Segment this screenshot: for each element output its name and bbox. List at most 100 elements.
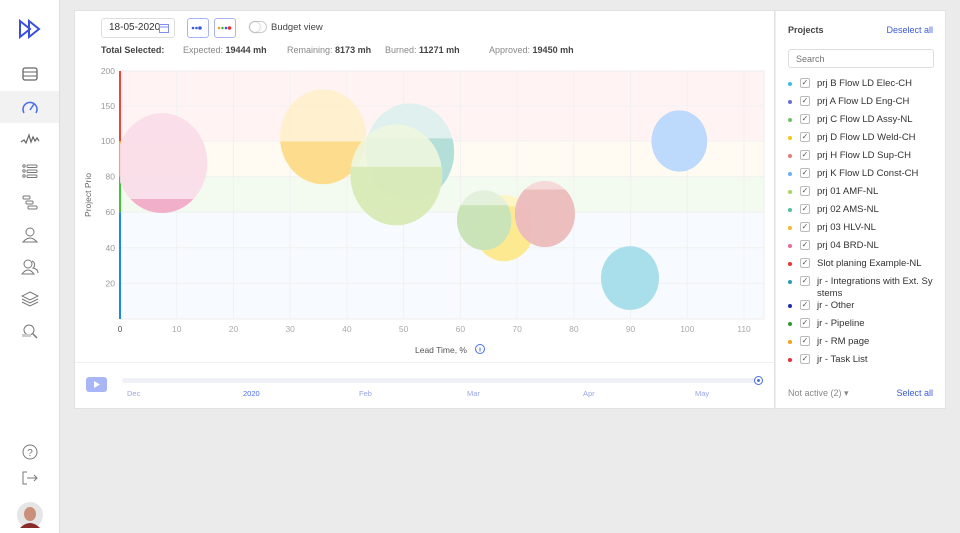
x-axis-label: Lead Time, % <box>415 345 467 355</box>
project-checkbox[interactable]: ✓ <box>800 204 810 214</box>
y-tick-label: 150 <box>101 101 115 111</box>
project-item[interactable]: ✓ prj 01 AMF-NL <box>786 186 944 204</box>
project-item[interactable]: ✓ jr - Pipeline <box>786 318 944 336</box>
x-tick-label: 40 <box>342 324 352 334</box>
x-tick-label: 110 <box>737 324 751 334</box>
project-item[interactable]: ✓ jr - Other <box>786 300 944 318</box>
project-label: prj B Flow LD Elec-CH <box>817 78 913 89</box>
project-color-dot <box>788 82 792 86</box>
project-label: jr - Pipeline <box>817 318 865 329</box>
project-checkbox[interactable]: ✓ <box>800 168 810 178</box>
bubble-fill[interactable] <box>514 181 575 248</box>
project-checkbox[interactable]: ✓ <box>800 150 810 160</box>
project-checkbox[interactable]: ✓ <box>800 114 810 124</box>
timeline-label: 2020 <box>243 389 260 398</box>
project-checkbox[interactable]: ✓ <box>800 336 810 346</box>
project-item[interactable]: ✓ prj 03 HLV-NL <box>786 222 944 240</box>
y-tick-label: 100 <box>101 136 115 146</box>
project-checkbox[interactable]: ✓ <box>800 132 810 142</box>
project-label: prj A Flow LD Eng-CH <box>817 96 910 107</box>
project-label: prj H Flow LD Sup-CH <box>817 150 911 161</box>
project-checkbox[interactable]: ✓ <box>800 276 810 286</box>
project-color-dot <box>788 322 792 326</box>
project-item[interactable]: ✓ prj D Flow LD Weld-CH <box>786 132 944 150</box>
project-color-dot <box>788 118 792 122</box>
project-checkbox[interactable]: ✓ <box>800 258 810 268</box>
x-tick-label: 50 <box>399 324 409 334</box>
project-item[interactable]: ✓ prj K Flow LD Const-CH <box>786 168 944 186</box>
project-color-dot <box>788 136 792 140</box>
timeline-handle[interactable] <box>754 376 763 385</box>
project-item[interactable]: ✓ prj C Flow LD Assy-NL <box>786 114 944 132</box>
project-checkbox[interactable]: ✓ <box>800 96 810 106</box>
project-item[interactable]: ✓ prj 04 BRD-NL <box>786 240 944 258</box>
project-search-input[interactable] <box>788 49 934 68</box>
project-label: prj K Flow LD Const-CH <box>817 168 919 179</box>
project-color-dot <box>788 100 792 104</box>
project-label: prj 02 AMS-NL <box>817 204 879 215</box>
play-button[interactable] <box>86 377 107 392</box>
project-label: jr - Integrations with Ext. Sy stems <box>817 276 933 299</box>
project-checkbox[interactable]: ✓ <box>800 300 810 310</box>
timeline-label: Apr <box>583 389 595 398</box>
timeline-label: Feb <box>359 389 372 398</box>
x-tick-label: 100 <box>680 324 694 334</box>
x-tick-label: 0 <box>118 324 123 334</box>
project-color-dot <box>788 280 792 284</box>
project-label: Slot planing Example-NL <box>817 258 922 269</box>
y-tick-label: 60 <box>106 207 116 217</box>
project-label: jr - Other <box>817 300 855 311</box>
project-color-dot <box>788 340 792 344</box>
project-color-dot <box>788 304 792 308</box>
bubble-fill[interactable] <box>601 246 659 310</box>
chart-panel: 18-05-2020 Budget view Total Selected: E… <box>74 10 775 409</box>
x-tick-label: 20 <box>229 324 239 334</box>
project-color-dot <box>788 358 792 362</box>
svg-text:?: ? <box>27 448 33 459</box>
not-active-dropdown[interactable]: Not active (2) ▾ <box>788 388 849 399</box>
avatar[interactable] <box>0 499 59 531</box>
project-list: ✓ prj B Flow LD Elec-CH ✓ prj A Flow LD Eng… <box>786 78 944 372</box>
project-color-dot <box>788 262 792 266</box>
timeline-label: Mar <box>467 389 480 398</box>
project-color-dot <box>788 226 792 230</box>
project-color-dot <box>788 190 792 194</box>
timeline-slider[interactable] <box>122 378 759 383</box>
y-tick-label: 80 <box>106 172 116 182</box>
x-tick-label: 70 <box>512 324 522 334</box>
bubble[interactable] <box>117 113 208 213</box>
y-axis-label: Project Prio <box>83 173 93 217</box>
projects-title: Projects <box>788 25 824 35</box>
project-item[interactable]: ✓ jr - RM page <box>786 336 944 354</box>
project-item[interactable]: ✓ jr - Integrations with Ext. Sy stems <box>786 276 944 300</box>
project-item[interactable]: ✓ prj H Flow LD Sup-CH <box>786 150 944 168</box>
project-item[interactable]: ✓ jr - Task List <box>786 354 944 372</box>
project-color-dot <box>788 172 792 176</box>
deselect-all-link[interactable]: Deselect all <box>886 25 933 35</box>
project-color-dot <box>788 208 792 212</box>
project-checkbox[interactable]: ✓ <box>800 78 810 88</box>
project-label: prj 03 HLV-NL <box>817 222 876 233</box>
project-item[interactable]: ✓ Slot planing Example-NL <box>786 258 944 276</box>
project-color-dot <box>788 154 792 158</box>
x-tick-label: 30 <box>285 324 295 334</box>
select-all-link[interactable]: Select all <box>896 388 933 398</box>
project-checkbox[interactable]: ✓ <box>800 240 810 250</box>
bubble-fill[interactable] <box>651 110 708 172</box>
project-label: jr - RM page <box>817 336 870 347</box>
x-tick-label: 10 <box>172 324 182 334</box>
x-tick-label: 90 <box>626 324 636 334</box>
project-checkbox[interactable]: ✓ <box>800 354 810 364</box>
project-color-dot <box>788 244 792 248</box>
project-item[interactable]: ✓ prj B Flow LD Elec-CH <box>786 78 944 96</box>
play-icon <box>94 381 100 388</box>
project-checkbox[interactable]: ✓ <box>800 318 810 328</box>
bubble-chart: 0 10 20 30 40 50 60 70 80 90 100 110 20 40 60 80 100 150 2… <box>83 66 765 355</box>
project-item[interactable]: ✓ prj 02 AMS-NL <box>786 204 944 222</box>
project-checkbox[interactable]: ✓ <box>800 222 810 232</box>
project-label: prj 04 BRD-NL <box>817 240 879 251</box>
project-checkbox[interactable]: ✓ <box>800 186 810 196</box>
logout-icon[interactable] <box>0 462 59 494</box>
y-tick-label: 200 <box>101 66 115 76</box>
project-item[interactable]: ✓ prj A Flow LD Eng-CH <box>786 96 944 114</box>
